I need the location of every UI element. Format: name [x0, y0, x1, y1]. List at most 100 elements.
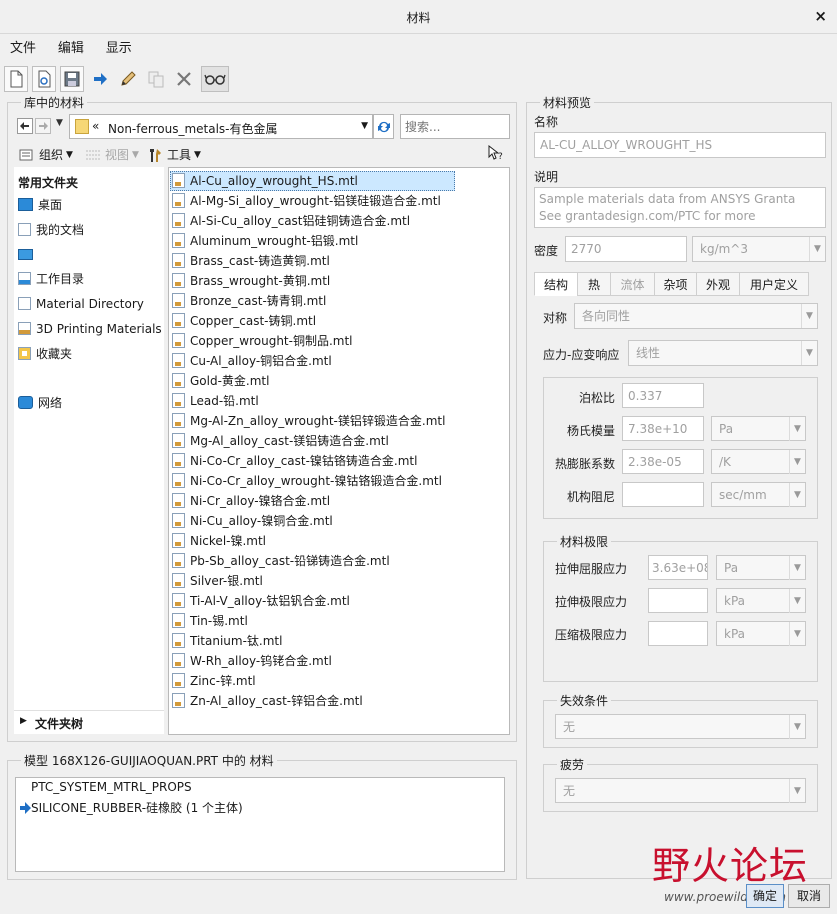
file-list-item[interactable]: Ni-Co-Cr_alloy_cast-镍钴铬铸造合金.mtl	[170, 451, 417, 471]
file-list-item[interactable]: Silver-银.mtl	[170, 571, 263, 591]
file-list-item[interactable]: W-Rh_alloy-钨铑合金.mtl	[170, 651, 332, 671]
model-material-item[interactable]: PTC_SYSTEM_MTRL_PROPS	[31, 780, 192, 794]
title-bar: 材料 ×	[0, 0, 837, 34]
file-list-item[interactable]: Pb-Sb_alloy_cast-铅锑铸造合金.mtl	[170, 551, 390, 571]
file-list-item[interactable]: Al-Si-Cu_alloy_cast铝硅铜铸造合金.mtl	[170, 211, 410, 231]
close-button[interactable]: ×	[814, 7, 827, 25]
material-file-icon	[172, 693, 185, 708]
young-label: 杨氏模量	[566, 424, 615, 438]
failure-select[interactable]: 无 ▼	[555, 714, 806, 739]
pencil-icon[interactable]	[116, 66, 140, 92]
new-file-icon[interactable]	[4, 66, 28, 92]
path-combo[interactable]: « Non-ferrous_metals-有色金属 ▼	[69, 114, 373, 139]
chevron-down-icon: ▼	[801, 304, 817, 328]
search-input[interactable]	[400, 114, 510, 139]
sidebar-item-material-directory[interactable]: Material Directory	[18, 294, 144, 314]
sidebar-item-workdir[interactable]: 工作目录	[18, 269, 84, 289]
file-list-item[interactable]: Nickel-镍.mtl	[170, 531, 266, 551]
file-list-item[interactable]: Zinc-锌.mtl	[170, 671, 256, 691]
tab-appearance[interactable]: 外观	[696, 272, 740, 296]
compressive-ultimate-unit-select[interactable]: kPa ▼	[716, 621, 806, 646]
file-list-item[interactable]: Bronze_cast-铸青铜.mtl	[170, 291, 326, 311]
thermal-unit-select[interactable]: /K ▼	[711, 449, 806, 474]
damping-field[interactable]	[622, 482, 704, 507]
name-field[interactable]: AL-CU_ALLOY_WROUGHT_HS	[534, 132, 826, 158]
file-list-item[interactable]: Titanium-钛.mtl	[170, 631, 282, 651]
file-name: Ti-Al-V_alloy-钛铝钒合金.mtl	[190, 594, 350, 608]
tensile-ultimate-unit-select[interactable]: kPa ▼	[716, 588, 806, 613]
menu-bar: 文件 编辑 显示	[0, 38, 140, 60]
file-list-item[interactable]: Al-Cu_alloy_wrought_HS.mtl	[170, 171, 358, 191]
file-list-item[interactable]: Mg-Al_alloy_cast-镁铝铸造合金.mtl	[170, 431, 389, 451]
tools-label: 工具	[167, 148, 192, 162]
open-file-icon[interactable]	[32, 66, 56, 92]
model-material-item-active[interactable]: SILICONE_RUBBER-硅橡胶 (1 个主体)	[19, 799, 243, 816]
tensile-yield-field[interactable]: 3.63e+08	[648, 555, 708, 580]
description-field[interactable]: Sample materials data from ANSYS Granta …	[534, 187, 826, 228]
menu-file[interactable]: 文件	[10, 38, 36, 60]
save-icon[interactable]	[60, 66, 84, 92]
file-list-item[interactable]: Copper_cast-铸铜.mtl	[170, 311, 316, 331]
organize-menu[interactable]: 组织 ▼	[19, 146, 73, 163]
tab-misc[interactable]: 杂项	[654, 272, 697, 296]
tab-fluid[interactable]: 流体	[610, 272, 655, 296]
tab-structure[interactable]: 结构	[534, 272, 578, 296]
sidebar-item-desktop[interactable]: 桌面	[18, 195, 62, 215]
fatigue-select[interactable]: 无 ▼	[555, 778, 806, 803]
refresh-button[interactable]	[373, 114, 394, 139]
thermal-expansion-field[interactable]: 2.38e-05	[622, 449, 704, 474]
glasses-icon[interactable]	[201, 66, 229, 92]
file-list-item[interactable]: Ni-Co-Cr_alloy_wrought-镍钴铬锻造合金.mtl	[170, 471, 442, 491]
sidebar-item-favorites[interactable]: 收藏夹	[18, 344, 72, 364]
file-list-item[interactable]: Zn-Al_alloy_cast-锌铝合金.mtl	[170, 691, 363, 711]
sidebar-item-3d-printing[interactable]: 3D Printing Materials	[18, 319, 162, 339]
copy-icon[interactable]	[144, 66, 168, 92]
tab-user-defined[interactable]: 用户定义	[739, 272, 809, 296]
file-list-item[interactable]: Tin-锡.mtl	[170, 611, 248, 631]
sidebar-item-computer[interactable]	[18, 245, 38, 265]
history-dropdown-icon[interactable]: ▼	[56, 118, 63, 128]
file-list-item[interactable]: Al-Mg-Si_alloy_wrought-铝镁硅锻造合金.mtl	[170, 191, 441, 211]
density-field[interactable]: 2770	[565, 236, 687, 262]
file-name: Lead-铅.mtl	[190, 394, 259, 408]
material-file-icon	[172, 453, 185, 468]
file-list-item[interactable]: Lead-铅.mtl	[170, 391, 259, 411]
density-unit-select[interactable]: kg/m^3 ▼	[692, 236, 826, 262]
file-list-item[interactable]: Copper_wrought-铜制品.mtl	[170, 331, 353, 351]
young-unit-select[interactable]: Pa ▼	[711, 416, 806, 441]
file-list-item[interactable]: Cu-Al_alloy-铜铝合金.mtl	[170, 351, 332, 371]
file-list-item[interactable]: Aluminum_wrought-铝锻.mtl	[170, 231, 358, 251]
file-list-item[interactable]: Ti-Al-V_alloy-钛铝钒合金.mtl	[170, 591, 350, 611]
cancel-button[interactable]: 取消	[788, 884, 830, 908]
damping-unit-select[interactable]: sec/mm ▼	[711, 482, 806, 507]
tab-thermal[interactable]: 热	[577, 272, 611, 296]
stress-strain-select[interactable]: 线性 ▼	[628, 340, 818, 366]
compressive-ultimate-field[interactable]	[648, 621, 708, 646]
file-list-item[interactable]: Mg-Al-Zn_alloy_wrought-镁铝锌锻造合金.mtl	[170, 411, 445, 431]
tools-menu[interactable]: 工具 ▼	[147, 146, 201, 163]
file-list-item[interactable]: Ni-Cu_alloy-镍铜合金.mtl	[170, 511, 333, 531]
poisson-field[interactable]: 0.337	[622, 383, 704, 408]
arrow-right-icon[interactable]	[88, 66, 112, 92]
file-list-item[interactable]: Ni-Cr_alloy-镍铬合金.mtl	[170, 491, 330, 511]
tensile-ultimate-field[interactable]	[648, 588, 708, 613]
tensile-yield-unit-select[interactable]: Pa ▼	[716, 555, 806, 580]
material-file-icon	[172, 533, 185, 548]
symmetry-select[interactable]: 各向同性 ▼	[574, 303, 818, 329]
help-pointer-icon[interactable]: ?	[487, 144, 505, 164]
menu-edit[interactable]: 编辑	[58, 38, 84, 60]
ok-button[interactable]: 确定	[746, 884, 784, 908]
sidebar-item-network[interactable]: 网络	[18, 393, 62, 413]
young-field[interactable]: 7.38e+10	[622, 416, 704, 441]
file-list-item[interactable]: Gold-黄金.mtl	[170, 371, 269, 391]
folder-tree-toggle[interactable]: ▶ 文件夹树	[14, 710, 164, 734]
back-button[interactable]	[17, 118, 33, 134]
file-list-item[interactable]: Brass_wrought-黄铜.mtl	[170, 271, 330, 291]
forward-button[interactable]	[35, 118, 51, 134]
sidebar-item-documents[interactable]: 我的文档	[18, 220, 84, 240]
menu-view[interactable]: 显示	[106, 38, 132, 60]
view-menu[interactable]: 视图 ▼	[85, 146, 139, 163]
file-list-item[interactable]: Brass_cast-铸造黄铜.mtl	[170, 251, 330, 271]
delete-icon[interactable]	[172, 66, 196, 92]
sidebar-item-label: 3D Printing Materials	[36, 322, 162, 336]
